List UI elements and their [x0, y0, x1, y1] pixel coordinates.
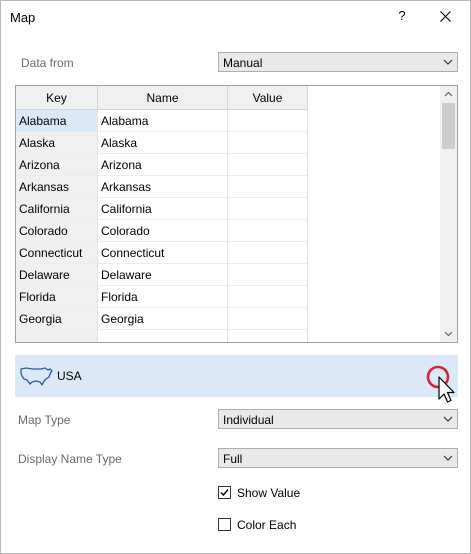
map-dialog: Map ? Data from Manual Key Name Value Al…	[0, 0, 471, 554]
color-each-label[interactable]: Color Each	[237, 518, 296, 532]
table-row[interactable]: Florida Florida	[16, 286, 308, 308]
close-button[interactable]	[431, 3, 461, 29]
help-button[interactable]: ?	[391, 3, 413, 29]
color-each-checkbox[interactable]	[218, 518, 231, 531]
value-cell[interactable]	[228, 132, 308, 154]
name-cell[interactable]	[98, 330, 228, 342]
key-cell[interactable]	[16, 330, 98, 342]
table-row[interactable]: Delaware Delaware	[16, 264, 308, 286]
key-cell[interactable]: Arkansas	[16, 176, 98, 198]
value-cell[interactable]	[228, 176, 308, 198]
table-row[interactable]: Alabama Alabama	[16, 110, 308, 132]
data-from-select[interactable]: Manual	[218, 52, 458, 72]
name-cell[interactable]: Connecticut	[98, 242, 228, 264]
table-row[interactable]: California California	[16, 198, 308, 220]
usa-map-icon	[20, 367, 53, 386]
key-cell[interactable]: Delaware	[16, 264, 98, 286]
name-cell[interactable]: Georgia	[98, 308, 228, 330]
scroll-down-button[interactable]	[440, 325, 457, 342]
grid-content: Key Name Value Alabama Alabama Alaska Al…	[16, 86, 440, 342]
value-cell[interactable]	[228, 198, 308, 220]
table-row[interactable]: Colorado Colorado	[16, 220, 308, 242]
table-row-partial[interactable]	[16, 330, 308, 342]
show-value-checkbox[interactable]	[218, 486, 231, 499]
table-row[interactable]: Connecticut Connecticut	[16, 242, 308, 264]
grid-scrollbar[interactable]	[440, 86, 457, 342]
chevron-down-icon	[443, 455, 453, 461]
map-name: USA	[57, 369, 82, 383]
name-cell[interactable]: Colorado	[98, 220, 228, 242]
name-cell[interactable]: Arkansas	[98, 176, 228, 198]
map-type-value: Individual	[223, 413, 274, 427]
key-cell[interactable]: Georgia	[16, 308, 98, 330]
name-cell[interactable]: Arizona	[98, 154, 228, 176]
display-name-type-label: Display Name Type	[18, 452, 122, 466]
chevron-down-icon	[443, 59, 453, 65]
scrollbar-thumb[interactable]	[442, 103, 455, 149]
name-cell[interactable]: Florida	[98, 286, 228, 308]
key-cell[interactable]: Alabama	[16, 110, 98, 132]
value-cell[interactable]	[228, 110, 308, 132]
scroll-up-button[interactable]	[440, 86, 457, 103]
table-row[interactable]: Alaska Alaska	[16, 132, 308, 154]
value-cell[interactable]	[228, 308, 308, 330]
value-cell[interactable]	[228, 286, 308, 308]
table-row[interactable]: Arizona Arizona	[16, 154, 308, 176]
data-from-value: Manual	[223, 56, 263, 70]
name-cell[interactable]: Alaska	[98, 132, 228, 154]
map-type-label: Map Type	[18, 413, 71, 427]
data-from-label: Data from	[21, 56, 74, 70]
value-cell[interactable]	[228, 154, 308, 176]
name-cell[interactable]: California	[98, 198, 228, 220]
cursor-highlight-icon	[426, 365, 455, 403]
map-type-select[interactable]: Individual	[218, 409, 458, 429]
column-header-name[interactable]: Name	[98, 86, 228, 110]
data-grid[interactable]: Key Name Value Alabama Alabama Alaska Al…	[15, 85, 458, 343]
close-icon	[440, 11, 451, 22]
key-cell[interactable]: Florida	[16, 286, 98, 308]
show-value-label[interactable]: Show Value	[237, 486, 300, 500]
key-cell[interactable]: Alaska	[16, 132, 98, 154]
map-selector[interactable]: USA	[15, 355, 458, 403]
key-cell[interactable]: California	[16, 198, 98, 220]
value-cell[interactable]	[228, 330, 308, 342]
display-name-type-value: Full	[223, 452, 243, 466]
value-cell[interactable]	[228, 264, 308, 286]
key-cell[interactable]: Connecticut	[16, 242, 98, 264]
checkmark-icon	[220, 489, 229, 497]
table-row[interactable]: Georgia Georgia	[16, 308, 308, 330]
column-header-value[interactable]: Value	[228, 86, 308, 110]
column-header-key[interactable]: Key	[16, 86, 98, 110]
value-cell[interactable]	[228, 220, 308, 242]
name-cell[interactable]: Delaware	[98, 264, 228, 286]
chevron-down-icon	[443, 416, 453, 422]
dialog-title: Map	[10, 10, 36, 25]
name-cell[interactable]: Alabama	[98, 110, 228, 132]
chevron-down-icon	[444, 331, 453, 337]
value-cell[interactable]	[228, 242, 308, 264]
key-cell[interactable]: Colorado	[16, 220, 98, 242]
chevron-up-icon	[444, 91, 453, 97]
display-name-type-select[interactable]: Full	[218, 448, 458, 468]
key-cell[interactable]: Arizona	[16, 154, 98, 176]
table-row[interactable]: Arkansas Arkansas	[16, 176, 308, 198]
